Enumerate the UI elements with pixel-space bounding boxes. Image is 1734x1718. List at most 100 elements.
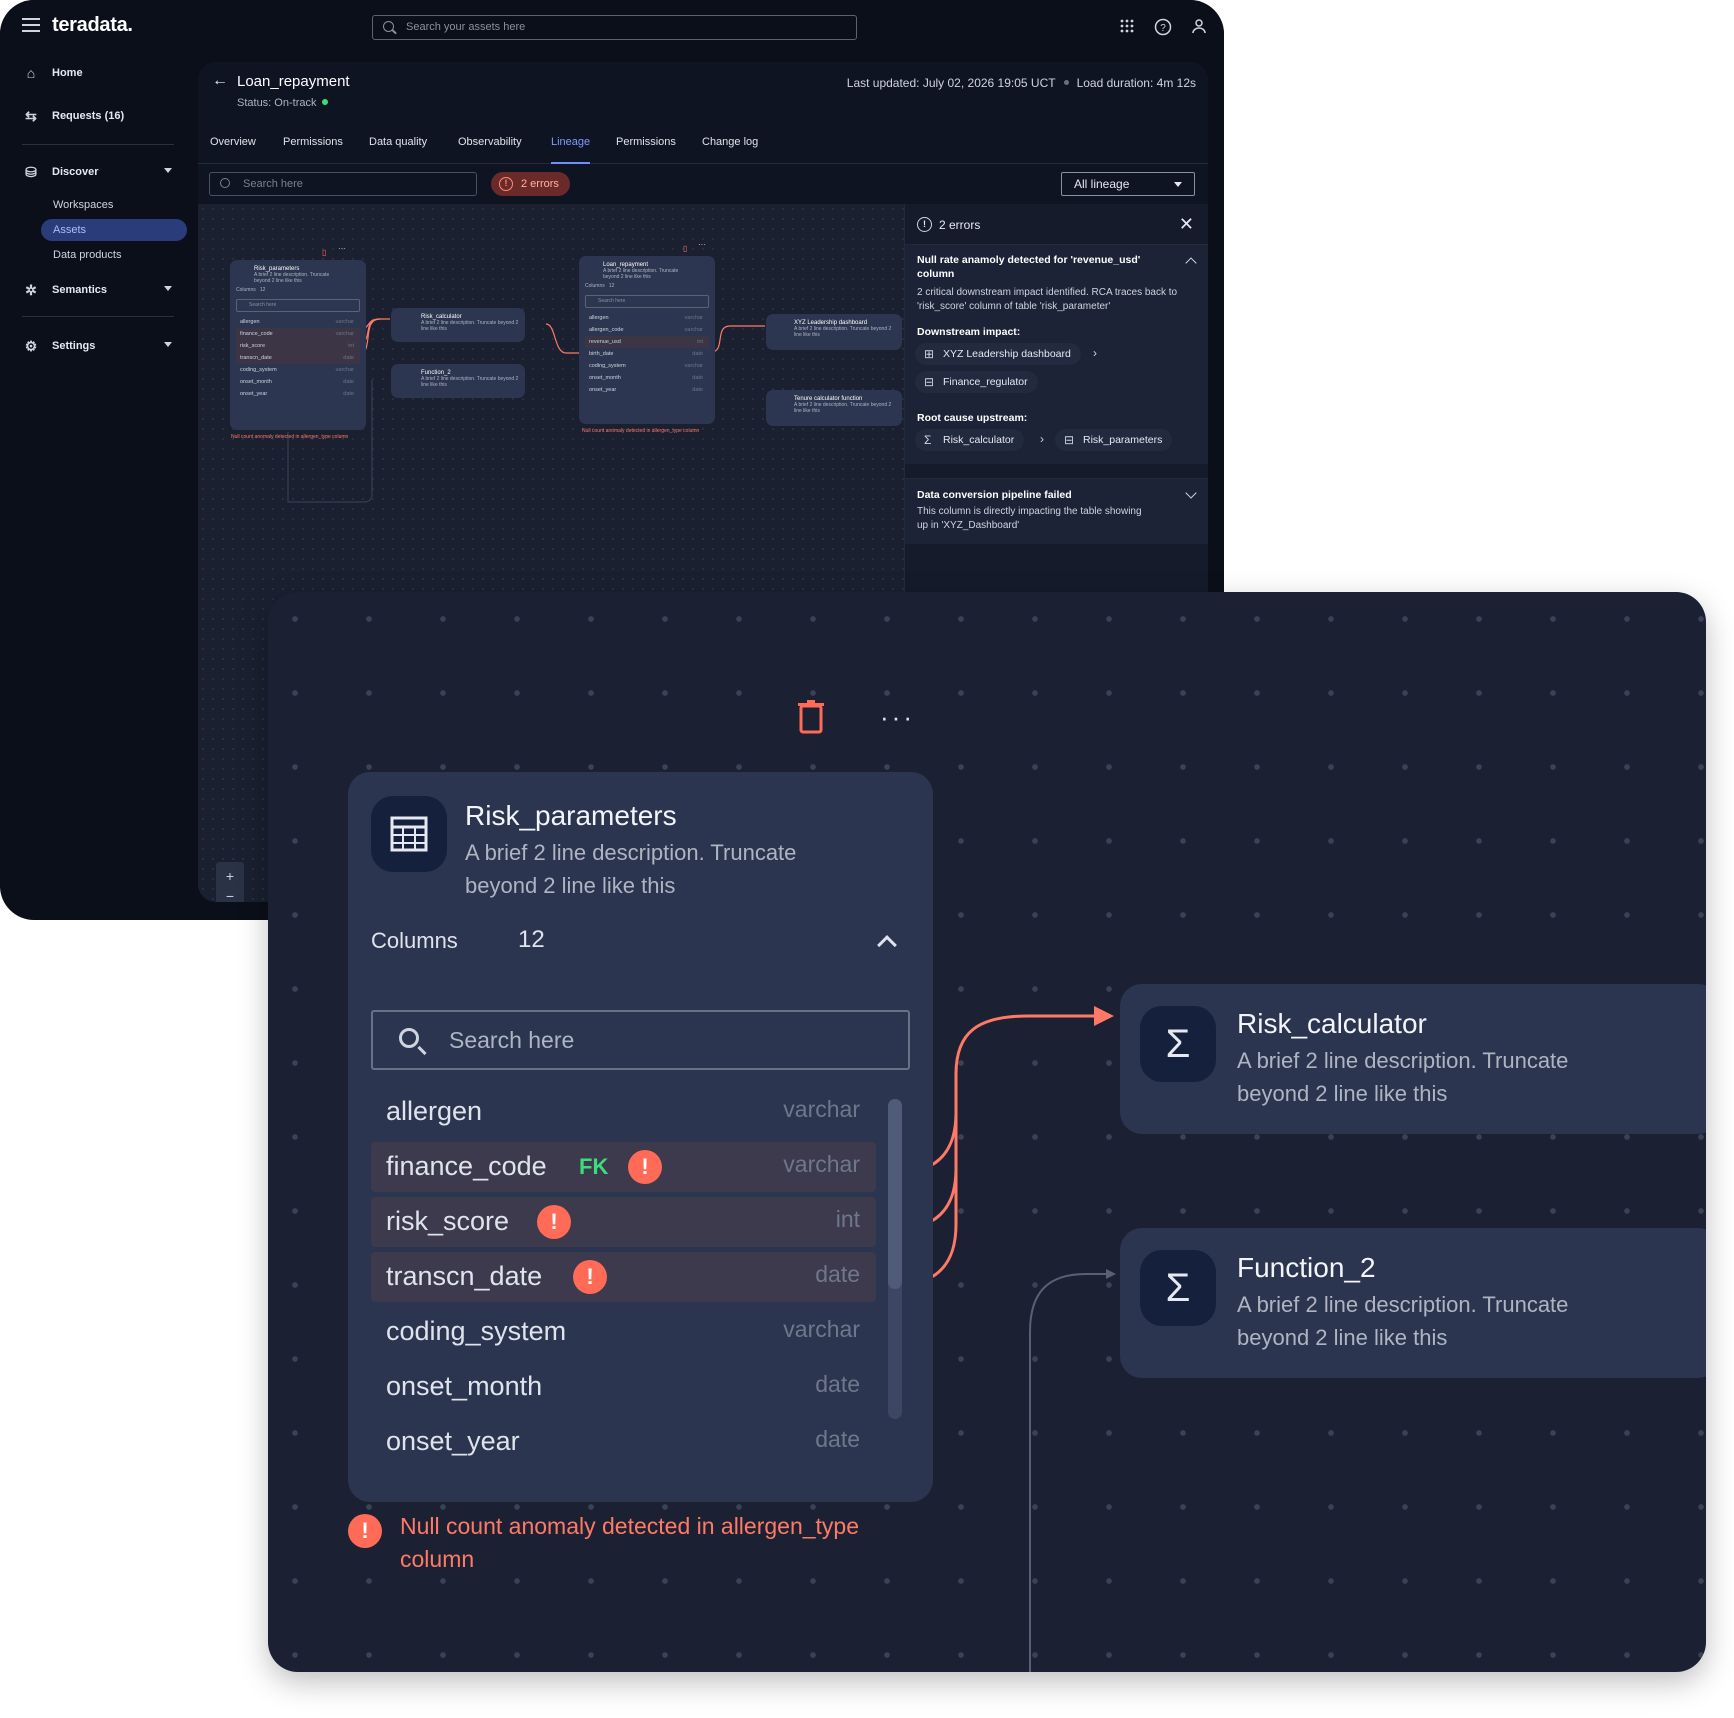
tab-permissions-2[interactable]: Permissions [616,136,676,164]
column-row-allergen[interactable]: allergen varchar [371,1087,876,1137]
sigma-icon: Σ [1140,1250,1216,1326]
column-type: date [815,1426,860,1452]
mini-node-loan-repayment[interactable]: Loan_repayment A brief 2 line descriptio… [579,256,715,424]
mini-node-risk-parameters[interactable]: Risk_parameters A brief 2 line descripti… [230,260,366,430]
sidebar-item-settings[interactable]: ⚙ Settings [22,335,182,357]
mini-column-type: varchar [684,327,703,333]
sidebar-item-discover[interactable]: ⛁ Discover [22,161,182,183]
column-row-risk-score[interactable]: risk_score ! int [371,1197,876,1247]
mini-node-xyz-dashboard[interactable]: XYZ Leadership dashboard A brief 2 line … [766,314,902,350]
scrollbar-thumb[interactable] [888,1099,902,1289]
sidebar-item-assets[interactable]: Assets [41,219,187,241]
tab-overview[interactable]: Overview [210,136,256,164]
menu-icon[interactable] [22,18,40,32]
node-desc-line-1: A brief 2 line description. Truncate [465,840,797,865]
chevron-down-icon[interactable] [1185,487,1197,499]
zoom-out-button[interactable]: − [216,888,244,902]
tab-change-log[interactable]: Change log [702,136,758,164]
node-function-2[interactable]: Σ Function_2 A brief 2 line description.… [1120,1228,1706,1378]
load-duration: Load duration: 4m 12s [1076,76,1196,90]
error-icon[interactable]: ! [537,1205,571,1239]
column-row-coding-system[interactable]: coding_system varchar [371,1307,876,1357]
mini-column-type: date [343,379,354,385]
mini-columns-text: Columns [585,283,605,289]
mini-column-row[interactable]: risk_score int [236,340,360,352]
column-search-placeholder: Search here [449,1027,575,1053]
sidebar-item-semantics[interactable]: ✲ Semantics [22,279,182,301]
chip-xyz-dashboard[interactable]: ⊞ XYZ Leadership dashboard [915,343,1081,365]
mini-column-type: varchar [335,331,354,337]
error-2-title: Data conversion pipeline failed [917,489,1072,501]
sidebar-item-workspaces[interactable]: Workspaces [41,194,187,216]
column-type: int [835,1206,860,1232]
column-row-onset-year[interactable]: onset_year date [371,1417,876,1467]
close-icon[interactable]: ✕ [1179,214,1194,235]
mini-column-row[interactable]: onset_month date [585,372,709,384]
mini-column-row[interactable]: onset_year date [236,388,360,400]
chip-finance-regulator[interactable]: ⊟ Finance_regulator [915,371,1038,393]
column-search-input[interactable]: Search here [371,1010,910,1070]
trash-icon[interactable]: ▯ [683,244,687,253]
mini-column-row[interactable]: onset_year date [585,384,709,396]
mini-column-row[interactable]: revenue_usd int [585,336,709,348]
node-risk-parameters[interactable]: Risk_parameters A brief 2 line descripti… [348,772,933,1502]
scrollbar[interactable] [888,1099,902,1419]
errors-badge[interactable]: ! 2 errors [491,172,570,196]
more-icon[interactable]: ··· [338,244,346,253]
column-row-onset-month[interactable]: onset_month date [371,1362,876,1412]
sidebar-item-data-products[interactable]: Data products [41,244,187,266]
mini-node-desc: A brief 2 line description. Truncate bey… [421,320,519,332]
mini-node-desc: A brief 2 line description. Truncate bey… [794,326,892,338]
lineage-search-input[interactable]: Search here [209,172,477,196]
mini-column-row[interactable]: birth_date date [585,348,709,360]
column-type: date [815,1371,860,1397]
mini-node-function-2[interactable]: Function_2 A brief 2 line description. T… [391,364,525,398]
column-row-finance-code[interactable]: finance_code FK ! varchar [371,1142,876,1192]
home-icon: ⌂ [26,65,36,81]
tab-observability[interactable]: Observability [458,136,522,164]
mini-search-input[interactable]: Search here [585,295,709,308]
back-arrow-icon[interactable]: ← [212,72,228,90]
mini-column-row[interactable]: coding_system varchar [585,360,709,372]
global-search-input[interactable]: Search your assets here [372,15,857,40]
mini-column-row[interactable]: finance_code varchar [236,328,360,340]
trash-icon[interactable]: ▯ [322,248,326,257]
zoom-in-button[interactable]: + [216,868,244,884]
apps-grid-icon[interactable] [1118,18,1136,36]
user-icon[interactable] [1190,18,1208,36]
mini-column-row[interactable]: transcn_date date [236,352,360,364]
mini-node-risk-calculator[interactable]: Risk_calculator A brief 2 line descripti… [391,308,525,342]
mini-search-input[interactable]: Search here [236,299,360,312]
tab-permissions[interactable]: Permissions [283,136,343,164]
chip-risk-parameters[interactable]: ⊟ Risk_parameters [1055,429,1173,451]
search-icon [383,21,394,32]
more-options-icon[interactable]: ··· [880,702,915,733]
tab-lineage[interactable]: Lineage [551,136,591,164]
mini-column-row[interactable]: allergen_code varchar [585,324,709,336]
lineage-select[interactable]: All lineage [1061,172,1195,196]
error-icon[interactable]: ! [573,1260,607,1294]
error-icon: ! [348,1514,382,1548]
trash-icon[interactable] [798,700,824,734]
chip-risk-calculator[interactable]: Σ Risk_calculator [915,429,1025,451]
page-header: ← Loan_repayment Status: On-track Last u… [198,62,1208,124]
tab-data-quality[interactable]: Data quality [369,136,427,164]
column-type: date [815,1261,860,1287]
column-row-transcn-date[interactable]: transcn_date ! date [371,1252,876,1302]
mini-column-row[interactable]: coding_system varchar [236,364,360,376]
help-icon[interactable]: ? [1154,18,1172,36]
mini-column-row[interactable]: allergen varchar [236,316,360,328]
error-icon[interactable]: ! [628,1150,662,1184]
mini-column-row[interactable]: allergen varchar [585,312,709,324]
mini-column-row[interactable]: onset_month date [236,376,360,388]
columns-label: Columns [371,928,458,953]
more-icon[interactable]: ··· [698,240,706,249]
chevron-up-icon[interactable] [1185,257,1197,269]
sidebar-item-home[interactable]: ⌂ Home [22,62,83,84]
sidebar-item-requests[interactable]: ⇆ Requests (16) [22,105,124,127]
mini-node-tenure-function[interactable]: Tenure calculator function A brief 2 lin… [766,390,902,426]
node-risk-calculator[interactable]: Σ Risk_calculator A brief 2 line descrip… [1120,984,1706,1134]
mini-column-name: coding_system [589,363,626,369]
mini-error-text: Null count anomaly detected in allergen_… [231,434,349,440]
chevron-up-icon[interactable] [877,935,897,955]
